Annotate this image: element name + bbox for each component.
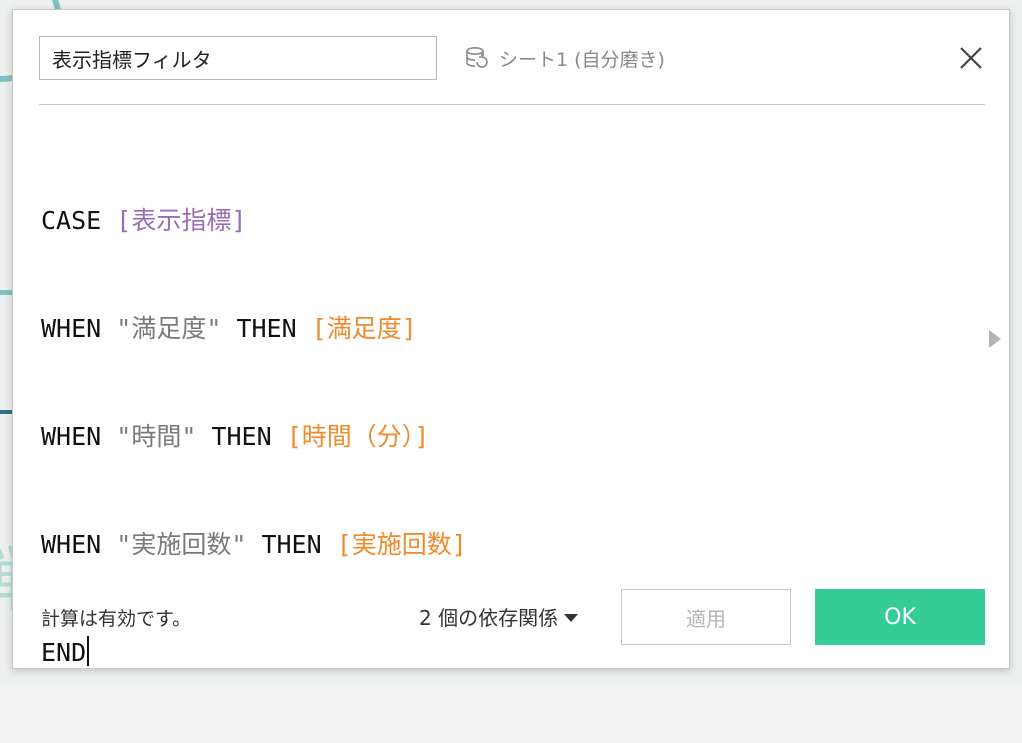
code-field: [実施回数] xyxy=(336,530,467,559)
code-keyword: CASE xyxy=(41,206,102,235)
text-caret xyxy=(87,636,90,666)
chevron-right-icon[interactable] xyxy=(989,330,1001,348)
code-keyword: WHEN xyxy=(41,422,102,451)
formula-editor[interactable]: CASE [表示指標] WHEN "満足度" THEN [満足度] WHEN "… xyxy=(41,131,981,667)
code-keyword: WHEN xyxy=(41,530,102,559)
code-field: [時間（分）] xyxy=(286,422,430,451)
database-icon xyxy=(466,46,488,68)
datasource-name: シート1 (自分磨き) xyxy=(499,48,665,71)
code-line: WHEN "実施回数" THEN [実施回数] xyxy=(41,527,981,563)
dependencies-label: 2 個の依存関係 xyxy=(419,606,559,630)
code-line: WHEN "満足度" THEN [満足度] xyxy=(41,311,981,347)
code-keyword: THEN xyxy=(236,314,297,343)
code-keyword: THEN xyxy=(261,530,322,559)
code-string: "時間" xyxy=(116,422,197,451)
code-string: "満足度" xyxy=(116,314,222,343)
calc-name-input[interactable] xyxy=(39,36,437,80)
calculation-dialog: シート1 (自分磨き) CASE [表示指標] WHEN "満足度" THEN … xyxy=(12,9,1010,669)
dependencies-dropdown[interactable]: 2 個の依存関係 xyxy=(419,602,579,631)
code-field: [満足度] xyxy=(311,314,417,343)
close-icon[interactable] xyxy=(957,44,985,72)
validation-status: 計算は有効です。 xyxy=(41,608,192,630)
caret-down-icon xyxy=(564,613,579,622)
code-keyword: END xyxy=(41,638,87,667)
code-line: WHEN "時間" THEN [時間（分）] xyxy=(41,419,981,455)
datasource-label: シート1 (自分磨き) xyxy=(463,42,665,74)
apply-button[interactable]: 適用 xyxy=(621,589,791,645)
code-keyword: THEN xyxy=(211,422,272,451)
code-field: [表示指標] xyxy=(116,206,247,235)
code-keyword: WHEN xyxy=(41,314,102,343)
code-string: "実施回数" xyxy=(116,530,247,559)
ok-button[interactable]: OK xyxy=(815,589,985,645)
header-divider xyxy=(39,104,985,105)
code-line: CASE [表示指標] xyxy=(41,203,981,239)
